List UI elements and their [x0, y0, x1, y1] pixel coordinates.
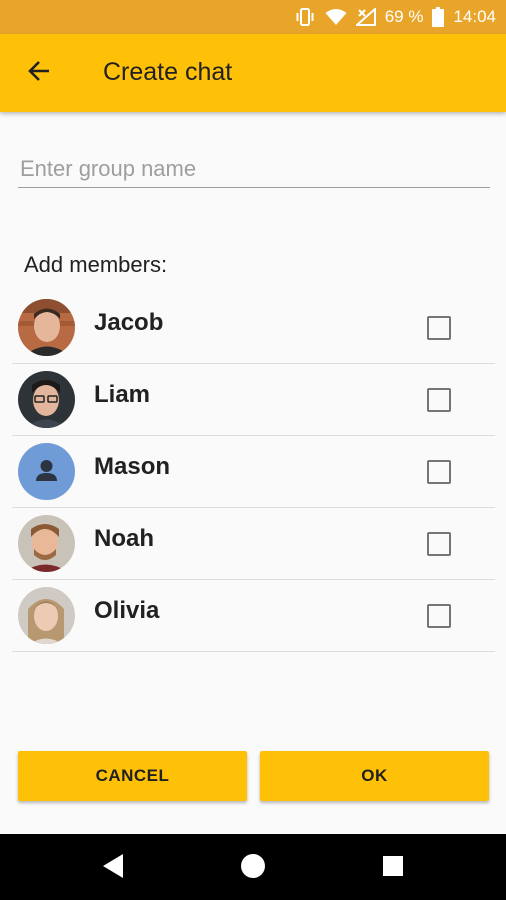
- member-row-jacob[interactable]: Jacob: [12, 292, 495, 364]
- member-checkbox[interactable]: [427, 460, 451, 484]
- member-name: Olivia: [94, 597, 160, 624]
- home-circle-icon: [240, 853, 266, 884]
- arrow-back-icon: [27, 59, 51, 88]
- member-row-mason[interactable]: Mason: [12, 436, 495, 508]
- avatar-olivia: [18, 587, 75, 644]
- nav-back-button[interactable]: [98, 853, 128, 883]
- recents-square-icon: [382, 855, 404, 882]
- member-name: Mason: [94, 453, 171, 480]
- nav-home-button[interactable]: [238, 853, 268, 883]
- avatar-jacob: [18, 299, 75, 356]
- battery-icon: [432, 7, 445, 27]
- member-checkbox[interactable]: [427, 388, 451, 412]
- member-checkbox[interactable]: [427, 604, 451, 628]
- member-name: Jacob: [94, 309, 164, 336]
- avatar-liam: [18, 371, 75, 428]
- back-triangle-icon: [101, 853, 125, 884]
- clock: 14:04: [453, 7, 496, 26]
- nav-bar: [0, 834, 506, 900]
- avatar-noah: [18, 515, 75, 572]
- vibrate-icon: [294, 8, 316, 26]
- member-checkbox[interactable]: [427, 532, 451, 556]
- member-row-liam[interactable]: Liam: [12, 364, 495, 436]
- member-name: Noah: [94, 525, 154, 552]
- avatar-mason: [18, 443, 75, 500]
- signal-icon: [355, 8, 376, 26]
- member-list: Jacob Liam Mason Noah Olivia: [12, 292, 495, 652]
- page-title: Create chat: [103, 58, 233, 86]
- member-name: Liam: [94, 381, 151, 408]
- member-row-olivia[interactable]: Olivia: [12, 580, 495, 652]
- add-members-label: Add members:: [24, 252, 168, 277]
- app-bar: Create chat: [0, 34, 506, 112]
- nav-recents-button[interactable]: [378, 853, 408, 883]
- member-row-noah[interactable]: Noah: [12, 508, 495, 580]
- group-name-input[interactable]: [18, 150, 490, 188]
- member-checkbox[interactable]: [427, 316, 451, 340]
- ok-button[interactable]: OK: [260, 751, 489, 801]
- status-bar: 69 % 14:04: [0, 0, 506, 34]
- battery-percent: 69 %: [384, 7, 424, 26]
- cancel-button[interactable]: CANCEL: [18, 751, 247, 801]
- back-button[interactable]: [20, 54, 58, 92]
- wifi-icon: [325, 8, 347, 26]
